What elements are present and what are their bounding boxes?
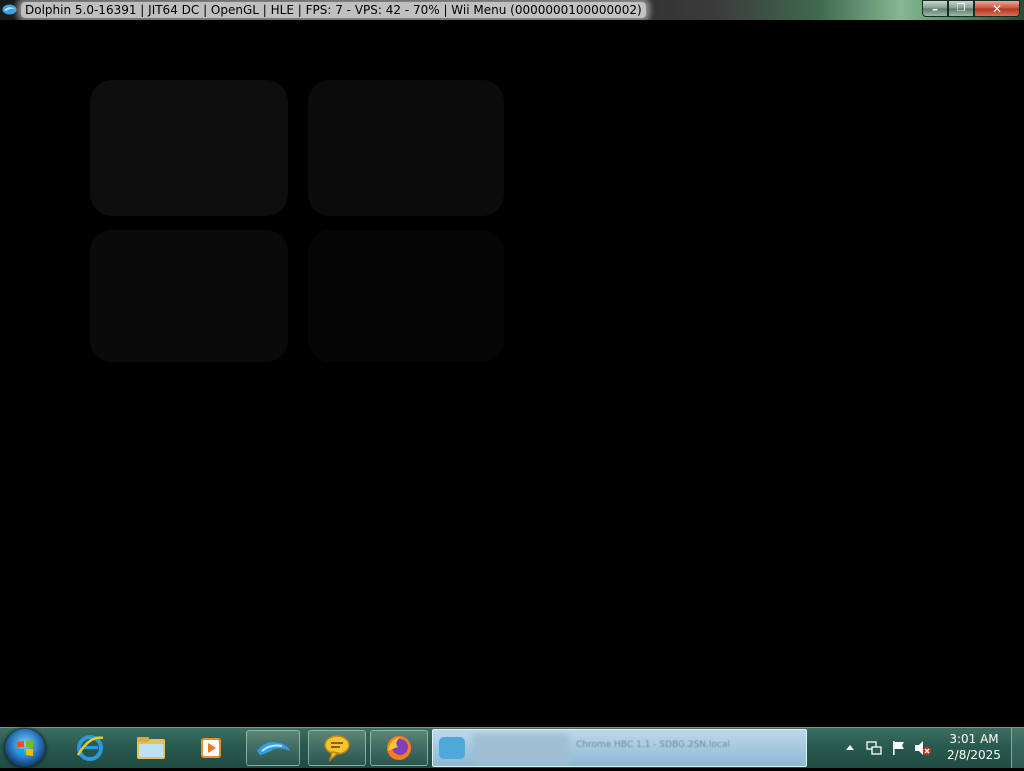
taskbar-clock[interactable]: 3:01 AM 2/8/2025 xyxy=(938,731,1010,763)
maximize-button[interactable]: ❐ xyxy=(948,0,974,17)
dolphin-emulator-icon xyxy=(257,742,290,755)
taskbar-media-player[interactable] xyxy=(188,730,234,766)
wii-channel-tile[interactable] xyxy=(308,80,504,216)
minimize-icon: – xyxy=(932,1,938,16)
close-button[interactable]: ✕ xyxy=(974,0,1020,17)
dolphin-icon xyxy=(2,4,17,15)
show-hidden-icons-icon[interactable] xyxy=(846,744,854,750)
show-desktop-button[interactable] xyxy=(1011,728,1024,768)
taskbar-internet-explorer[interactable] xyxy=(68,730,112,766)
window-title-bar[interactable]: Dolphin 5.0-16391 | JIT64 DC | OpenGL | … xyxy=(0,0,1024,20)
taskbar-window-label: Chrome HBC 1.1 - SDBG.2SN.local xyxy=(576,740,730,750)
clock-date: 2/8/2025 xyxy=(947,748,1001,762)
action-center-flag-icon[interactable] xyxy=(890,740,906,756)
taskbar: Chrome HBC 1.1 - SDBG.2SN.local 3:01 AM … xyxy=(0,727,1024,768)
taskbar-dolphin-emulator[interactable] xyxy=(246,730,300,766)
internet-explorer-icon xyxy=(76,735,104,761)
close-icon: ✕ xyxy=(991,1,1003,16)
windows-start-orb xyxy=(17,740,33,756)
window-thumbnail-preview xyxy=(473,734,569,764)
wii-channel-tile[interactable] xyxy=(308,230,504,362)
firefox-icon xyxy=(387,736,411,760)
windows-explorer-icon xyxy=(137,737,165,759)
maximize-icon: ❐ xyxy=(956,3,966,14)
minimize-button[interactable]: – xyxy=(922,0,948,17)
system-tray xyxy=(840,728,940,769)
chat-bubble-icon xyxy=(324,735,350,763)
clock-time: 3:01 AM xyxy=(949,732,999,746)
window-title: Dolphin 5.0-16391 | JIT64 DC | OpenGL | … xyxy=(21,2,646,18)
volume-muted-icon[interactable] xyxy=(914,740,932,756)
taskbar-windows-explorer[interactable] xyxy=(128,730,174,766)
network-icon[interactable] xyxy=(866,740,882,756)
taskbar-active-window[interactable]: Chrome HBC 1.1 - SDBG.2SN.local xyxy=(432,729,807,767)
taskbar-firefox[interactable] xyxy=(370,730,428,766)
media-player-icon xyxy=(201,738,221,758)
wii-channel-tile[interactable] xyxy=(90,80,288,216)
taskbar-chat-app[interactable] xyxy=(308,730,366,766)
game-render-area[interactable] xyxy=(0,20,1024,727)
start-button[interactable] xyxy=(5,729,45,767)
window-thumbnail-icon xyxy=(439,737,465,759)
wii-channel-tile[interactable] xyxy=(90,230,288,362)
window-controls: – ❐ ✕ xyxy=(922,0,1020,18)
